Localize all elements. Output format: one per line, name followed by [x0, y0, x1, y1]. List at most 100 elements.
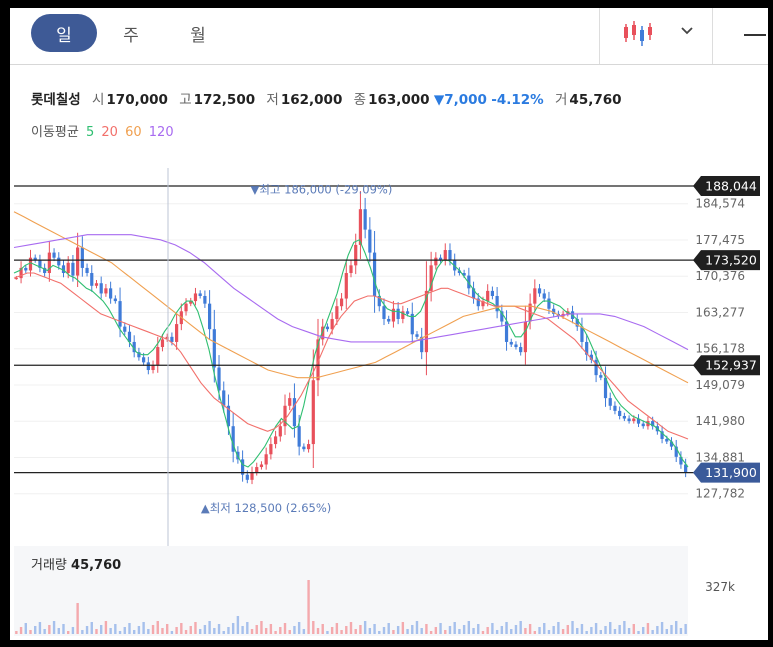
price-bar	[94, 283, 99, 286]
volume-bar	[477, 624, 480, 634]
price-bar	[14, 278, 18, 280]
volume-bar	[76, 603, 79, 634]
volume-bar	[184, 630, 188, 634]
volume-bar	[585, 631, 588, 634]
price-bar	[349, 265, 353, 274]
price-bar	[627, 418, 631, 422]
volume-bar	[406, 629, 409, 634]
price-bar	[519, 347, 523, 353]
volume-bar	[415, 621, 419, 634]
volume-bar	[307, 580, 310, 634]
price-bar	[448, 250, 452, 261]
volume-bar	[557, 622, 560, 634]
volume-bar	[613, 629, 617, 634]
price-bar	[203, 295, 207, 304]
price-bar	[405, 311, 410, 314]
price-bar	[542, 293, 546, 299]
volume-bar	[246, 622, 249, 634]
volume-bar	[425, 624, 428, 634]
price-bar	[212, 329, 216, 368]
volume-bar	[241, 626, 244, 634]
volume-bar	[444, 630, 447, 634]
volume-bar	[679, 628, 683, 634]
volume-bar	[656, 626, 659, 634]
volume-bar	[29, 630, 32, 634]
volume-bar	[330, 627, 334, 634]
volume-bar	[227, 627, 230, 634]
volume-bar	[670, 625, 673, 634]
volume-bar	[561, 629, 565, 634]
volume-bar	[642, 627, 645, 634]
volume-bar	[660, 622, 664, 634]
volume-bar	[57, 628, 60, 634]
price-bar	[537, 288, 542, 294]
price-bar	[622, 415, 626, 419]
volume-bar	[250, 629, 254, 634]
volume-bar	[566, 625, 570, 634]
y-tick-label: 163,277	[695, 305, 745, 319]
volume-bar	[189, 626, 192, 634]
volume-bar	[590, 627, 593, 634]
volume-bar	[571, 621, 574, 634]
volume-bar	[510, 629, 513, 634]
max-price-annotation: ▼최고 186,000 (-29.09%)	[251, 182, 393, 196]
stock-chart-window: 일 주 월 롯데칠성 시 170,000 고 172,500 저 162,000 종1…	[10, 8, 768, 640]
volume-bar	[335, 623, 339, 634]
volume-bar	[429, 631, 433, 634]
price-bar	[123, 326, 127, 332]
volume-bar	[472, 628, 475, 634]
price-bar	[90, 273, 94, 286]
price-bar	[415, 334, 419, 337]
price-bar	[665, 438, 669, 442]
volume-bar	[491, 623, 494, 634]
volume-bar	[38, 622, 42, 634]
price-bar	[288, 398, 292, 406]
volume-bar	[505, 622, 508, 634]
volume-bar	[198, 629, 202, 634]
volume-bar	[434, 627, 438, 634]
volume-bar	[255, 625, 258, 634]
volume-bar	[467, 621, 471, 634]
volume-bar	[118, 631, 122, 634]
price-bar	[641, 423, 645, 427]
price-bar	[245, 474, 249, 480]
level-tag-label: 152,937	[705, 358, 757, 373]
price-bar	[99, 283, 103, 294]
volume-bar	[48, 625, 51, 634]
volume-bar	[19, 627, 23, 634]
volume-bar	[675, 621, 678, 634]
volume-bar	[288, 630, 291, 634]
volume-bar	[137, 626, 141, 634]
price-bar	[76, 247, 80, 276]
volume-bar	[203, 625, 207, 634]
price-bar	[613, 405, 617, 411]
price-bar	[325, 326, 330, 330]
price-bar	[278, 426, 282, 437]
volume-bar	[448, 626, 452, 634]
volume-bar	[462, 625, 466, 634]
volume-bar	[264, 628, 268, 634]
price-bar	[222, 390, 226, 406]
price-bar	[193, 293, 198, 302]
price-bar	[208, 303, 212, 330]
volume-bar	[547, 630, 551, 634]
price-bar	[443, 250, 447, 261]
volume-bar	[161, 628, 164, 634]
price-bar	[486, 290, 490, 302]
volume-bar	[552, 626, 555, 634]
volume-bar	[684, 624, 687, 634]
volume-bar	[283, 623, 287, 634]
volume-bar	[132, 630, 136, 634]
price-chart[interactable]: 184,574 177,475 170,376 163,277 156,178 149,0…	[10, 8, 768, 640]
volume-bar	[34, 626, 37, 634]
volume-bar	[599, 630, 603, 634]
volume-bar	[486, 627, 489, 634]
price-bar	[255, 467, 259, 473]
volume-bar	[312, 621, 315, 634]
volume-bar	[632, 624, 635, 634]
volume-bar	[222, 631, 225, 634]
y-tick-label: 184,574	[695, 197, 745, 211]
price-bar	[292, 398, 297, 427]
y-tick-label: 141,980	[695, 414, 745, 428]
volume-bar	[373, 624, 376, 634]
